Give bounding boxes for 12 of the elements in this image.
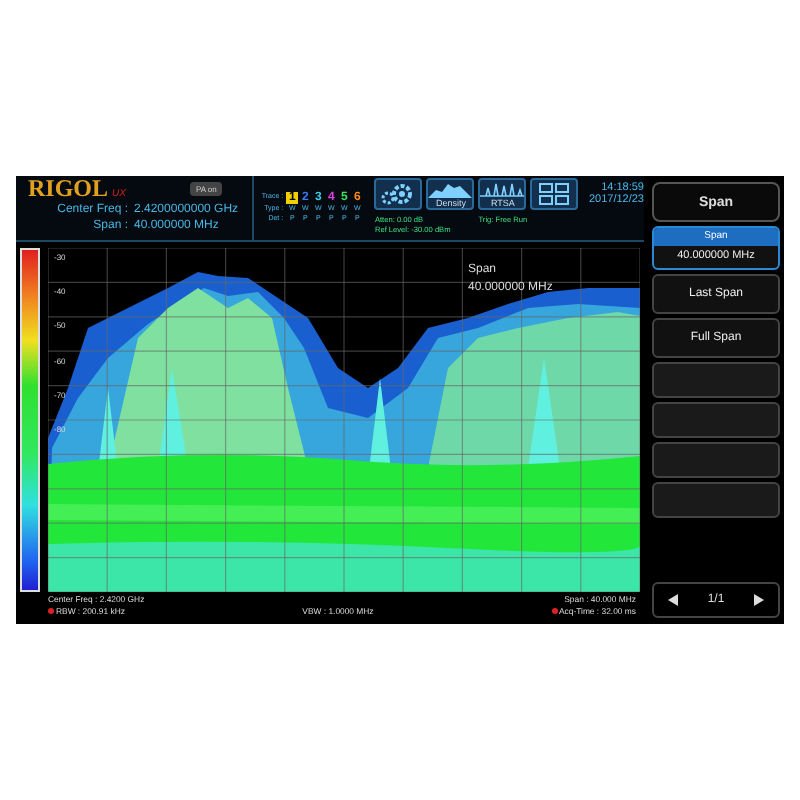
previous-page-icon[interactable] <box>668 594 679 606</box>
empty-menu-slot <box>652 362 780 398</box>
window-layout-icon <box>538 182 571 206</box>
density-icon <box>428 181 473 197</box>
next-page-icon[interactable] <box>753 594 764 606</box>
settings-button[interactable] <box>374 178 423 210</box>
spectrum-icon <box>480 181 525 197</box>
empty-menu-slot <box>652 402 780 438</box>
empty-menu-slot <box>652 482 780 518</box>
brand-logo: RIGOL <box>28 176 109 202</box>
empty-menu-slot <box>652 442 780 478</box>
layout-button[interactable] <box>530 178 579 210</box>
